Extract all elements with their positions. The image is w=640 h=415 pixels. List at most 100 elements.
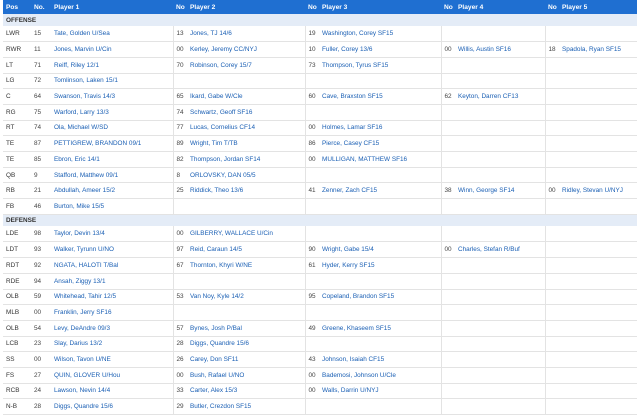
jersey-number: 95 [304,289,319,306]
player-link[interactable]: Cave, Braxston SF15 [319,88,441,105]
player-link[interactable]: ORLOVSKY, DAN 05/5 [187,167,305,184]
player-link[interactable]: Wright, Gabe 15/4 [319,241,441,259]
player-link[interactable]: Ebron, Eric 14/1 [51,151,173,168]
player-link[interactable]: Bynes, Josh P/Bal [187,320,305,337]
header-player-3: Player 3 [322,3,348,11]
player-link[interactable]: Greene, Khaseem SF15 [319,320,441,337]
jersey-number: 60 [304,88,319,105]
jersey-number: 00 [172,226,187,243]
player-link[interactable]: Thornton, Khyri W/NE [187,257,305,274]
player-link[interactable]: Lawson, Nevin 14/4 [51,383,173,400]
player-link[interactable]: Thompson, Jordan SF14 [187,151,305,168]
player-link[interactable]: Bush, Rafael U/NO [187,367,305,384]
player-link[interactable]: Keyton, Darren CF13 [455,88,545,105]
player-link[interactable]: Van Noy, Kyle 14/2 [187,289,305,306]
player-link[interactable]: Copeland, Brandon SF15 [319,289,441,306]
jersey-number: 94 [31,273,51,290]
player-link[interactable]: Ikard, Gabe W/Cle [187,88,305,105]
player-link[interactable]: Hyder, Kerry SF15 [319,257,441,274]
player-link[interactable]: Tate, Golden U/Sea [51,26,173,43]
player-link[interactable]: Carter, Alex 15/3 [187,383,305,400]
player-link[interactable]: Whitehead, Tahir 12/5 [51,289,173,306]
player-link[interactable]: Warford, Larry 13/3 [51,104,173,121]
player-link [455,289,545,306]
player-link [319,73,441,90]
player-link[interactable]: Bademosi, Johnson U/Cle [319,367,441,384]
player-link [559,304,637,321]
jersey-number [544,226,559,243]
player-link[interactable]: Ola, Michael W/SD [51,120,173,137]
player-link[interactable]: Slay, Darius 13/2 [51,336,173,353]
player-link[interactable]: Butler, Crezdon SF15 [187,398,305,415]
position-cell: RWR [3,41,31,58]
player-link[interactable]: Ridley, Stevan U/NYJ [559,182,637,200]
table-row: TE 87 PETTIGREW, BRANDON 09/1 89 Wright, Tim… [3,135,637,152]
table-row: RWR 11 Jones, Marvin U/Cin 00 Kerley, Jeremy… [3,41,637,58]
player-link [455,336,545,353]
position-cell: MLB [3,304,31,321]
player-link[interactable]: Holmes, Lamar SF16 [319,120,441,137]
jersey-number: 57 [172,320,187,337]
jersey-number: 27 [31,367,51,384]
header-player-1: Player 1 [54,3,80,11]
player-link[interactable]: Jones, Marvin U/Cin [51,41,173,58]
player-link[interactable]: Riddick, Theo 13/6 [187,182,305,200]
player-link [319,398,441,415]
jersey-number: 28 [31,398,51,415]
header-row: Pos No. Player 1 No Player 2 No Player 3… [3,0,637,14]
jersey-number [440,273,455,290]
player-link[interactable]: Pierce, Casey CF15 [319,135,441,152]
player-link[interactable]: QUIN, GLOVER U/Hou [51,367,173,384]
player-link[interactable]: Fuller, Corey 13/6 [319,41,441,58]
player-link[interactable]: Walker, Tyrunn U/NO [51,241,173,259]
jersey-number [544,320,559,337]
position-cell: FS [3,367,31,384]
player-link[interactable]: MULLIGAN, MATTHEW SF16 [319,151,441,168]
player-link[interactable]: Charles, Stefan R/Buf [455,241,545,259]
player-link[interactable]: Lucas, Cornelius CF14 [187,120,305,137]
player-link[interactable]: Carey, Don SF11 [187,351,305,368]
player-link[interactable]: Kerley, Jeremy CC/NYJ [187,41,305,58]
player-link[interactable]: NGATA, HALOTI T/Bal [51,257,173,274]
jersey-number: 75 [31,104,51,121]
player-link [455,257,545,274]
player-link[interactable]: Taylor, Devin 13/4 [51,226,173,243]
player-link[interactable]: Washington, Corey SF15 [319,26,441,43]
player-link[interactable]: Johnson, Isaiah CF15 [319,351,441,368]
player-link[interactable]: Walls, Darrin U/NYJ [319,383,441,400]
player-link[interactable]: Abdullah, Ameer 15/2 [51,182,173,200]
player-link [187,273,305,290]
player-link[interactable]: Diggs, Quandre 15/6 [187,336,305,353]
player-link [559,198,637,215]
player-link[interactable]: Willis, Austin SF16 [455,41,545,58]
player-link[interactable]: Reiff, Riley 12/1 [51,57,173,74]
player-link[interactable]: Reid, Caraun 14/5 [187,241,305,259]
player-link[interactable]: PETTIGREW, BRANDON 09/1 [51,135,173,152]
player-link[interactable]: Levy, DeAndre 09/3 [51,320,173,337]
player-link[interactable]: Wilson, Tavon U/NE [51,351,173,368]
player-link [559,320,637,337]
header-no-2: No [176,3,185,11]
jersey-number [172,198,187,215]
player-link[interactable]: Diggs, Quandre 15/6 [51,398,173,415]
table-row: RCB 24 Lawson, Nevin 14/4 33 Carter, Alex 15… [3,383,637,400]
player-link[interactable]: Zenner, Zach CF15 [319,182,441,200]
player-link[interactable]: Stafford, Matthew 09/1 [51,167,173,184]
player-link [455,26,545,43]
player-link[interactable]: Swanson, Travis 14/3 [51,88,173,105]
player-link[interactable]: Schwartz, Geoff SF16 [187,104,305,121]
player-link[interactable]: Thompson, Tyrus SF15 [319,57,441,74]
player-link[interactable]: Tomlinson, Laken 15/1 [51,73,173,90]
player-link[interactable]: Winn, George SF14 [455,182,545,200]
jersey-number [304,226,319,243]
player-link[interactable]: Robinson, Corey 15/7 [187,57,305,74]
player-link[interactable]: Franklin, Jerry SF16 [51,304,173,321]
player-link[interactable]: Ansah, Ziggy 13/1 [51,273,173,290]
player-link [559,336,637,353]
player-link[interactable]: Burton, Mike 15/5 [51,198,173,215]
depth-chart-table: Pos No. Player 1 No Player 2 No Player 3… [3,0,637,415]
player-link[interactable]: GILBERRY, WALLACE U/Cin [187,226,305,243]
player-link[interactable]: Wright, Tim T/TB [187,135,305,152]
player-link[interactable]: Jones, TJ 14/6 [187,26,305,43]
player-link[interactable]: Spadola, Ryan SF15 [559,41,637,58]
